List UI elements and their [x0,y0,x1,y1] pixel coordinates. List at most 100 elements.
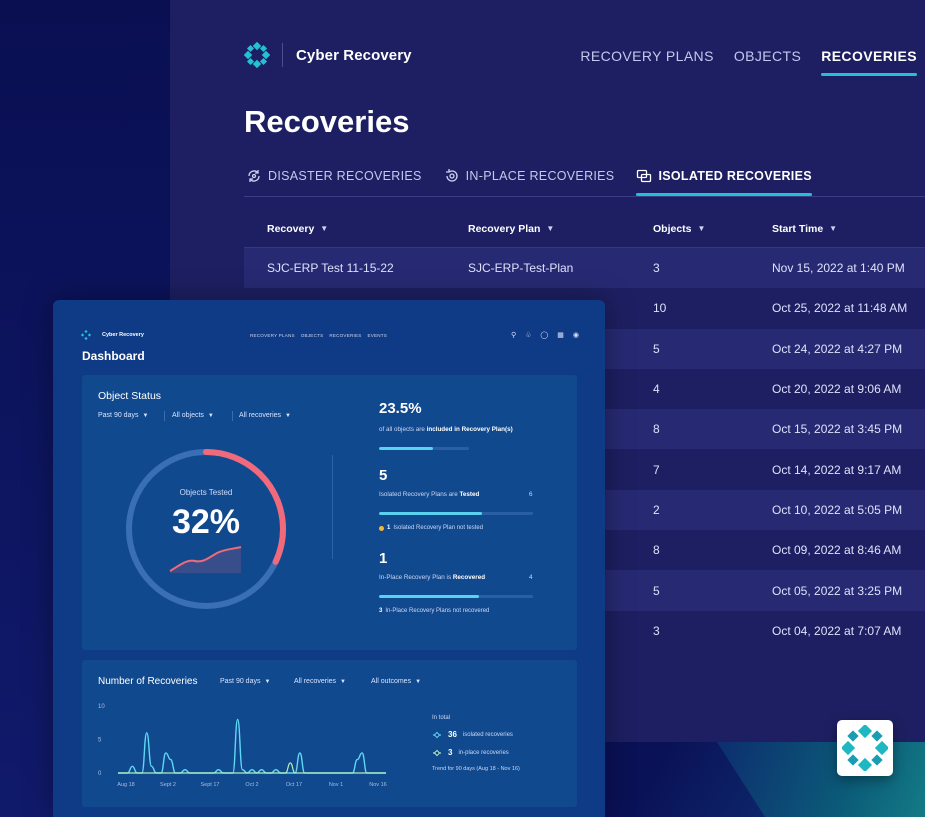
chevron-down-icon: ▼ [546,224,555,233]
x-tick-label: Sept 17 [201,782,220,788]
x-tick-label: Sept 2 [160,782,176,788]
isolated-recoveries-line [118,718,386,774]
column-header-recovery-plan[interactable]: Recovery Plan ▼ [445,223,630,235]
column-header-start-time[interactable]: Start Time ▼ [749,223,925,235]
number-of-recoveries-card: Number of Recoveries Past 90 days ▼ All r… [82,660,577,807]
dashboard-brand: Cyber Recovery [81,330,144,340]
cell-start-time: Oct 05, 2022 at 3:25 PM [772,583,903,598]
tab-label: ISOLATED RECOVERIES [658,169,812,183]
tab-disaster-recoveries[interactable]: DISASTER RECOVERIES [246,168,422,194]
chevron-down-icon: ▼ [285,412,291,419]
isolated-tested-value: 5 [379,467,388,484]
stats-divider [332,455,333,559]
chevron-down-icon: ▼ [320,224,329,233]
isolated-series-icon [433,731,441,738]
legend-inplace: 3 in-place recoveries [432,748,520,757]
app-name: Cyber Recovery [296,46,412,64]
recoveries-legend: In total 36 isolated recoveries 3 in-pla… [432,715,520,772]
dashboard-toolbar-icons: ⚲ ♧ ◯ ▦ ◉ [511,331,579,339]
cell-start-time: Oct 25, 2022 at 11:48 AM [772,301,908,316]
help-icon[interactable]: ◯ [540,331,548,339]
recoveries-line-chart: 10 5 0 Aug 18 Sept 2 Sept 17 Oct 2 Oct 17 Nov 1 N… [98,704,387,788]
cell-start-time: Oct 04, 2022 at 7:07 AM [772,623,902,638]
dashboard-window: Cyber Recovery RECOVERY PLANS OBJECTS RE… [53,300,605,817]
table-row[interactable]: SJC-ERP Test 11-15-22 SJC-ERP-Test-Plan 3 N… [244,248,925,289]
legend-isolated: 36 isolated recoveries [432,730,520,739]
nav-recoveries[interactable]: RECOVERIES [821,48,917,76]
inplace-unrecovered-note: 3 In-Place Recovery Plans not recovered [379,608,490,614]
inplace-recovered-bar [379,595,533,598]
bell-icon[interactable]: ♧ [525,331,531,339]
isolated-untested-note: 1 Isolated Recovery Plan not tested [379,525,483,531]
filter-time-range[interactable]: Past 90 days ▼ [220,678,270,685]
cell-start-time: Oct 14, 2022 at 9:17 AM [772,462,902,477]
x-tick-label: Aug 18 [117,782,134,788]
dashboard-nav-recovery-plans[interactable]: RECOVERY PLANS [250,333,295,338]
tabs-divider [244,196,925,197]
grid-icon[interactable]: ▦ [557,331,564,339]
gauge-value: 32% [171,503,241,541]
tab-isolated-recoveries[interactable]: ISOLATED RECOVERIES [636,168,813,196]
filter-divider [164,411,165,421]
cell-objects: 10 [653,301,667,316]
column-header-objects[interactable]: Objects ▼ [630,223,749,235]
cyber-recovery-logo-icon [244,42,270,68]
search-icon[interactable]: ⚲ [511,331,516,339]
cyber-recovery-logo-icon [81,330,91,340]
cell-objects: 5 [653,341,660,356]
plan-coverage-label: of all objects are included in Recovery … [379,426,513,433]
chevron-down-icon: ▼ [340,678,346,685]
top-nav: RECOVERY PLANS OBJECTS RECOVERIES [580,48,917,76]
filter-divider [232,411,233,421]
tab-in-place-recoveries[interactable]: IN-PLACE RECOVERIES [444,168,615,194]
tab-label: DISASTER RECOVERIES [268,169,422,183]
chevron-down-icon: ▼ [415,678,422,685]
y-tick-label: 5 [98,738,102,744]
disaster-recovery-icon [248,170,260,182]
plan-coverage-value: 23.5% [379,400,422,417]
legend-title: In total [432,715,451,721]
chevron-down-icon: ▼ [142,412,149,419]
recovery-type-tabs: DISASTER RECOVERIES IN-PLACE RECOVERIES … [246,168,813,196]
column-header-recovery[interactable]: Recovery ▼ [244,223,445,235]
progress-fill [379,595,480,598]
recoveries-chart-title: Number of Recoveries [98,676,198,687]
progress-fill [379,447,433,450]
filter-recoveries[interactable]: All recoveries ▼ [239,412,291,419]
inplace-recoveries-line [118,762,386,774]
nav-recovery-plans[interactable]: RECOVERY PLANS [580,48,713,76]
x-tick-label: Nov 1 [329,782,343,788]
page-title: Recoveries [244,104,410,139]
filter-objects[interactable]: All objects ▼ [172,412,214,419]
filter-time-range[interactable]: Past 90 days ▼ [98,412,148,419]
dashboard-nav-objects[interactable]: OBJECTS [301,333,324,338]
cell-start-time: Oct 09, 2022 at 8:46 AM [772,543,902,558]
cell-start-time: Oct 20, 2022 at 9:06 AM [772,382,902,397]
inplace-series-icon [433,749,441,756]
trend-note: Trend for 90 days (Aug 18 - Nov 16) [432,766,520,772]
brand-divider [282,43,283,67]
cell-start-time: Nov 15, 2022 at 1:40 PM [772,261,905,276]
chevron-down-icon: ▼ [264,678,271,685]
in-place-recovery-icon [445,169,458,182]
chevron-down-icon: ▼ [829,224,838,233]
inplace-total: 4 [529,574,533,581]
brand: Cyber Recovery [244,42,412,68]
plan-coverage-bar [379,447,469,450]
dashboard-title: Dashboard [82,349,145,363]
dashboard-app-name: Cyber Recovery [102,332,144,338]
dashboard-nav-recoveries[interactable]: RECOVERIES [329,333,361,338]
user-icon[interactable]: ◉ [573,331,579,339]
nav-objects[interactable]: OBJECTS [734,48,801,76]
progress-fill [379,512,483,515]
filter-recovery-type[interactable]: All recoveries ▼ [294,678,346,685]
cyber-recovery-badge-icon [842,725,888,771]
cell-objects: 7 [653,462,660,477]
cell-recovery-plan: SJC-ERP-Test-Plan [468,261,574,276]
cell-start-time: Oct 15, 2022 at 3:45 PM [772,422,903,437]
cell-objects: 3 [653,261,660,276]
inplace-recovered-value: 1 [379,550,388,567]
cell-recovery: SJC-ERP Test 11-15-22 [267,261,394,276]
dashboard-nav-events[interactable]: EVENTS [367,333,387,338]
filter-outcomes[interactable]: All outcomes ▼ [371,678,421,685]
